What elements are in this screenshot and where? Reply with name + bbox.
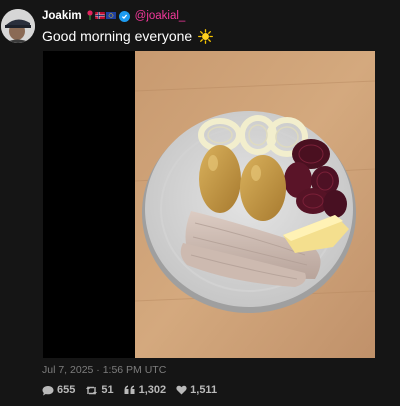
replies-count: 655 [57,384,76,396]
breakfast-plate-photo [43,51,375,358]
tweet-photo[interactable] [43,51,375,358]
tweet-text: Good morning everyone [42,28,193,44]
retweets-stat[interactable]: 51 [85,384,114,396]
author-flags [86,9,116,23]
rose-icon [86,9,94,23]
quote-icon [124,385,136,395]
engagement-stats: 655 51 1,302 1,511 [42,384,217,396]
likes-count: 1,511 [190,384,218,396]
author-row: Joakim @joakial_ [42,9,185,23]
heart-icon [176,385,187,395]
reply-icon [42,385,54,396]
quotes-count: 1,302 [138,384,167,396]
quotes-stat[interactable]: 1,302 [124,384,167,396]
replies-stat[interactable]: 655 [42,384,75,396]
eu-flag-icon [105,10,116,22]
tweet-text-row: Good morning everyone [42,28,214,44]
retweet-icon [85,385,98,396]
avatar[interactable] [1,9,35,43]
tweet-card: Joakim @joakial_ Good morning everyone J… [0,0,400,406]
author-display-name[interactable]: Joakim [42,10,82,22]
tweet-timestamp[interactable]: Jul 7, 2025 · 1:56 PM UTC [42,364,166,376]
norway-flag-icon [94,10,105,22]
sun-icon [198,28,214,44]
verified-badge-icon [118,10,130,22]
author-handle[interactable]: @joakial_ [135,10,186,22]
likes-stat[interactable]: 1,511 [176,384,217,396]
retweets-count: 51 [101,384,114,396]
